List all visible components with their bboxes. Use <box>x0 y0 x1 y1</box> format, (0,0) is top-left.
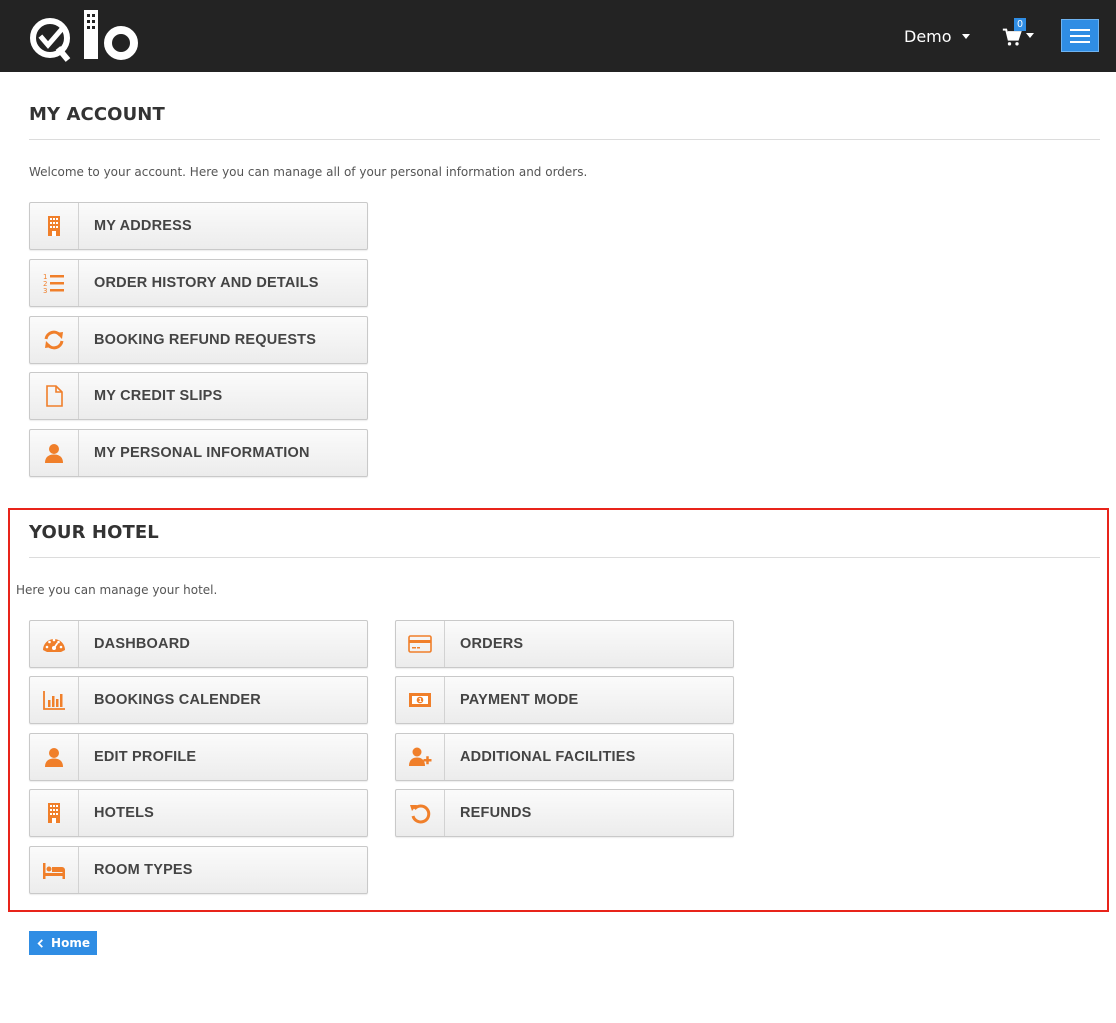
button-label: MY CREDIT SLIPS <box>94 388 223 404</box>
money-icon: 1 <box>409 693 431 707</box>
qlo-logo[interactable] <box>28 8 144 64</box>
divider <box>29 139 1100 140</box>
order-history-button[interactable]: 1 2 3 ORDER HISTORY AND DETAILS <box>29 259 368 307</box>
button-label: DASHBOARD <box>94 636 191 652</box>
button-label: ROOM TYPES <box>94 862 193 878</box>
building-icon <box>48 216 60 236</box>
orders-button[interactable]: ORDERS <box>395 620 734 668</box>
user-dropdown[interactable]: Demo <box>904 26 970 46</box>
credit-card-icon <box>408 635 432 653</box>
bookings-calender-button[interactable]: BOOKINGS CALENDER <box>29 676 368 724</box>
my-address-button[interactable]: MY ADDRESS <box>29 202 368 250</box>
cart-count-badge: 0 <box>1014 18 1026 31</box>
button-label: PAYMENT MODE <box>460 692 579 708</box>
hotels-button[interactable]: HOTELS <box>29 789 368 837</box>
dashboard-button[interactable]: DASHBOARD <box>29 620 368 668</box>
button-label: HOTELS <box>94 805 155 821</box>
hamburger-line <box>1070 28 1090 31</box>
refresh-icon <box>44 330 64 350</box>
my-personal-information-button[interactable]: MY PERSONAL INFORMATION <box>29 429 368 477</box>
my-account-intro: Welcome to your account. Here you can ma… <box>29 165 588 179</box>
bar-chart-icon <box>43 691 65 710</box>
document-icon <box>46 385 63 407</box>
ordered-list-icon: 1 2 3 <box>43 273 64 295</box>
button-label: ORDER HISTORY AND DETAILS <box>94 275 319 291</box>
undo-icon <box>410 804 431 824</box>
my-credit-slips-button[interactable]: MY CREDIT SLIPS <box>29 372 368 420</box>
home-button-label: Home <box>51 936 90 950</box>
payment-mode-button[interactable]: 1 PAYMENT MODE <box>395 676 734 724</box>
dashboard-icon <box>43 638 65 652</box>
button-label: BOOKINGS CALENDER <box>94 692 261 708</box>
cart-icon <box>1002 28 1022 46</box>
button-label: BOOKING REFUND REQUESTS <box>94 332 317 348</box>
button-label: EDIT PROFILE <box>94 749 197 765</box>
your-hotel-title: YOUR HOTEL <box>29 522 159 543</box>
user-icon <box>45 444 63 463</box>
hamburger-line <box>1070 34 1090 37</box>
button-label: ORDERS <box>460 636 524 652</box>
svg-text:1: 1 <box>418 698 422 704</box>
user-name: Demo <box>904 26 952 46</box>
chevron-down-icon <box>961 33 970 39</box>
your-hotel-intro: Here you can manage your hotel. <box>16 583 218 597</box>
building-icon <box>48 803 60 823</box>
cart-button[interactable]: 0 <box>1002 18 1036 50</box>
button-label: REFUNDS <box>460 805 532 821</box>
my-account-title: MY ACCOUNT <box>29 104 165 125</box>
menu-toggle-button[interactable] <box>1061 19 1099 52</box>
refunds-button[interactable]: REFUNDS <box>395 789 734 837</box>
user-icon <box>45 748 63 767</box>
user-plus-icon <box>409 747 432 766</box>
chevron-down-icon <box>1026 33 1034 38</box>
bed-icon <box>43 863 65 879</box>
hamburger-line <box>1070 40 1090 43</box>
top-navbar: Demo 0 <box>0 0 1116 72</box>
booking-refund-requests-button[interactable]: BOOKING REFUND REQUESTS <box>29 316 368 364</box>
edit-profile-button[interactable]: EDIT PROFILE <box>29 733 368 781</box>
button-label: MY ADDRESS <box>94 218 192 234</box>
home-button[interactable]: Home <box>29 931 97 955</box>
button-label: ADDITIONAL FACILITIES <box>460 749 636 765</box>
additional-facilities-button[interactable]: ADDITIONAL FACILITIES <box>395 733 734 781</box>
svg-text:3: 3 <box>43 287 47 295</box>
divider <box>29 557 1100 558</box>
room-types-button[interactable]: ROOM TYPES <box>29 846 368 894</box>
chevron-left-icon <box>37 938 43 948</box>
button-label: MY PERSONAL INFORMATION <box>94 445 310 461</box>
